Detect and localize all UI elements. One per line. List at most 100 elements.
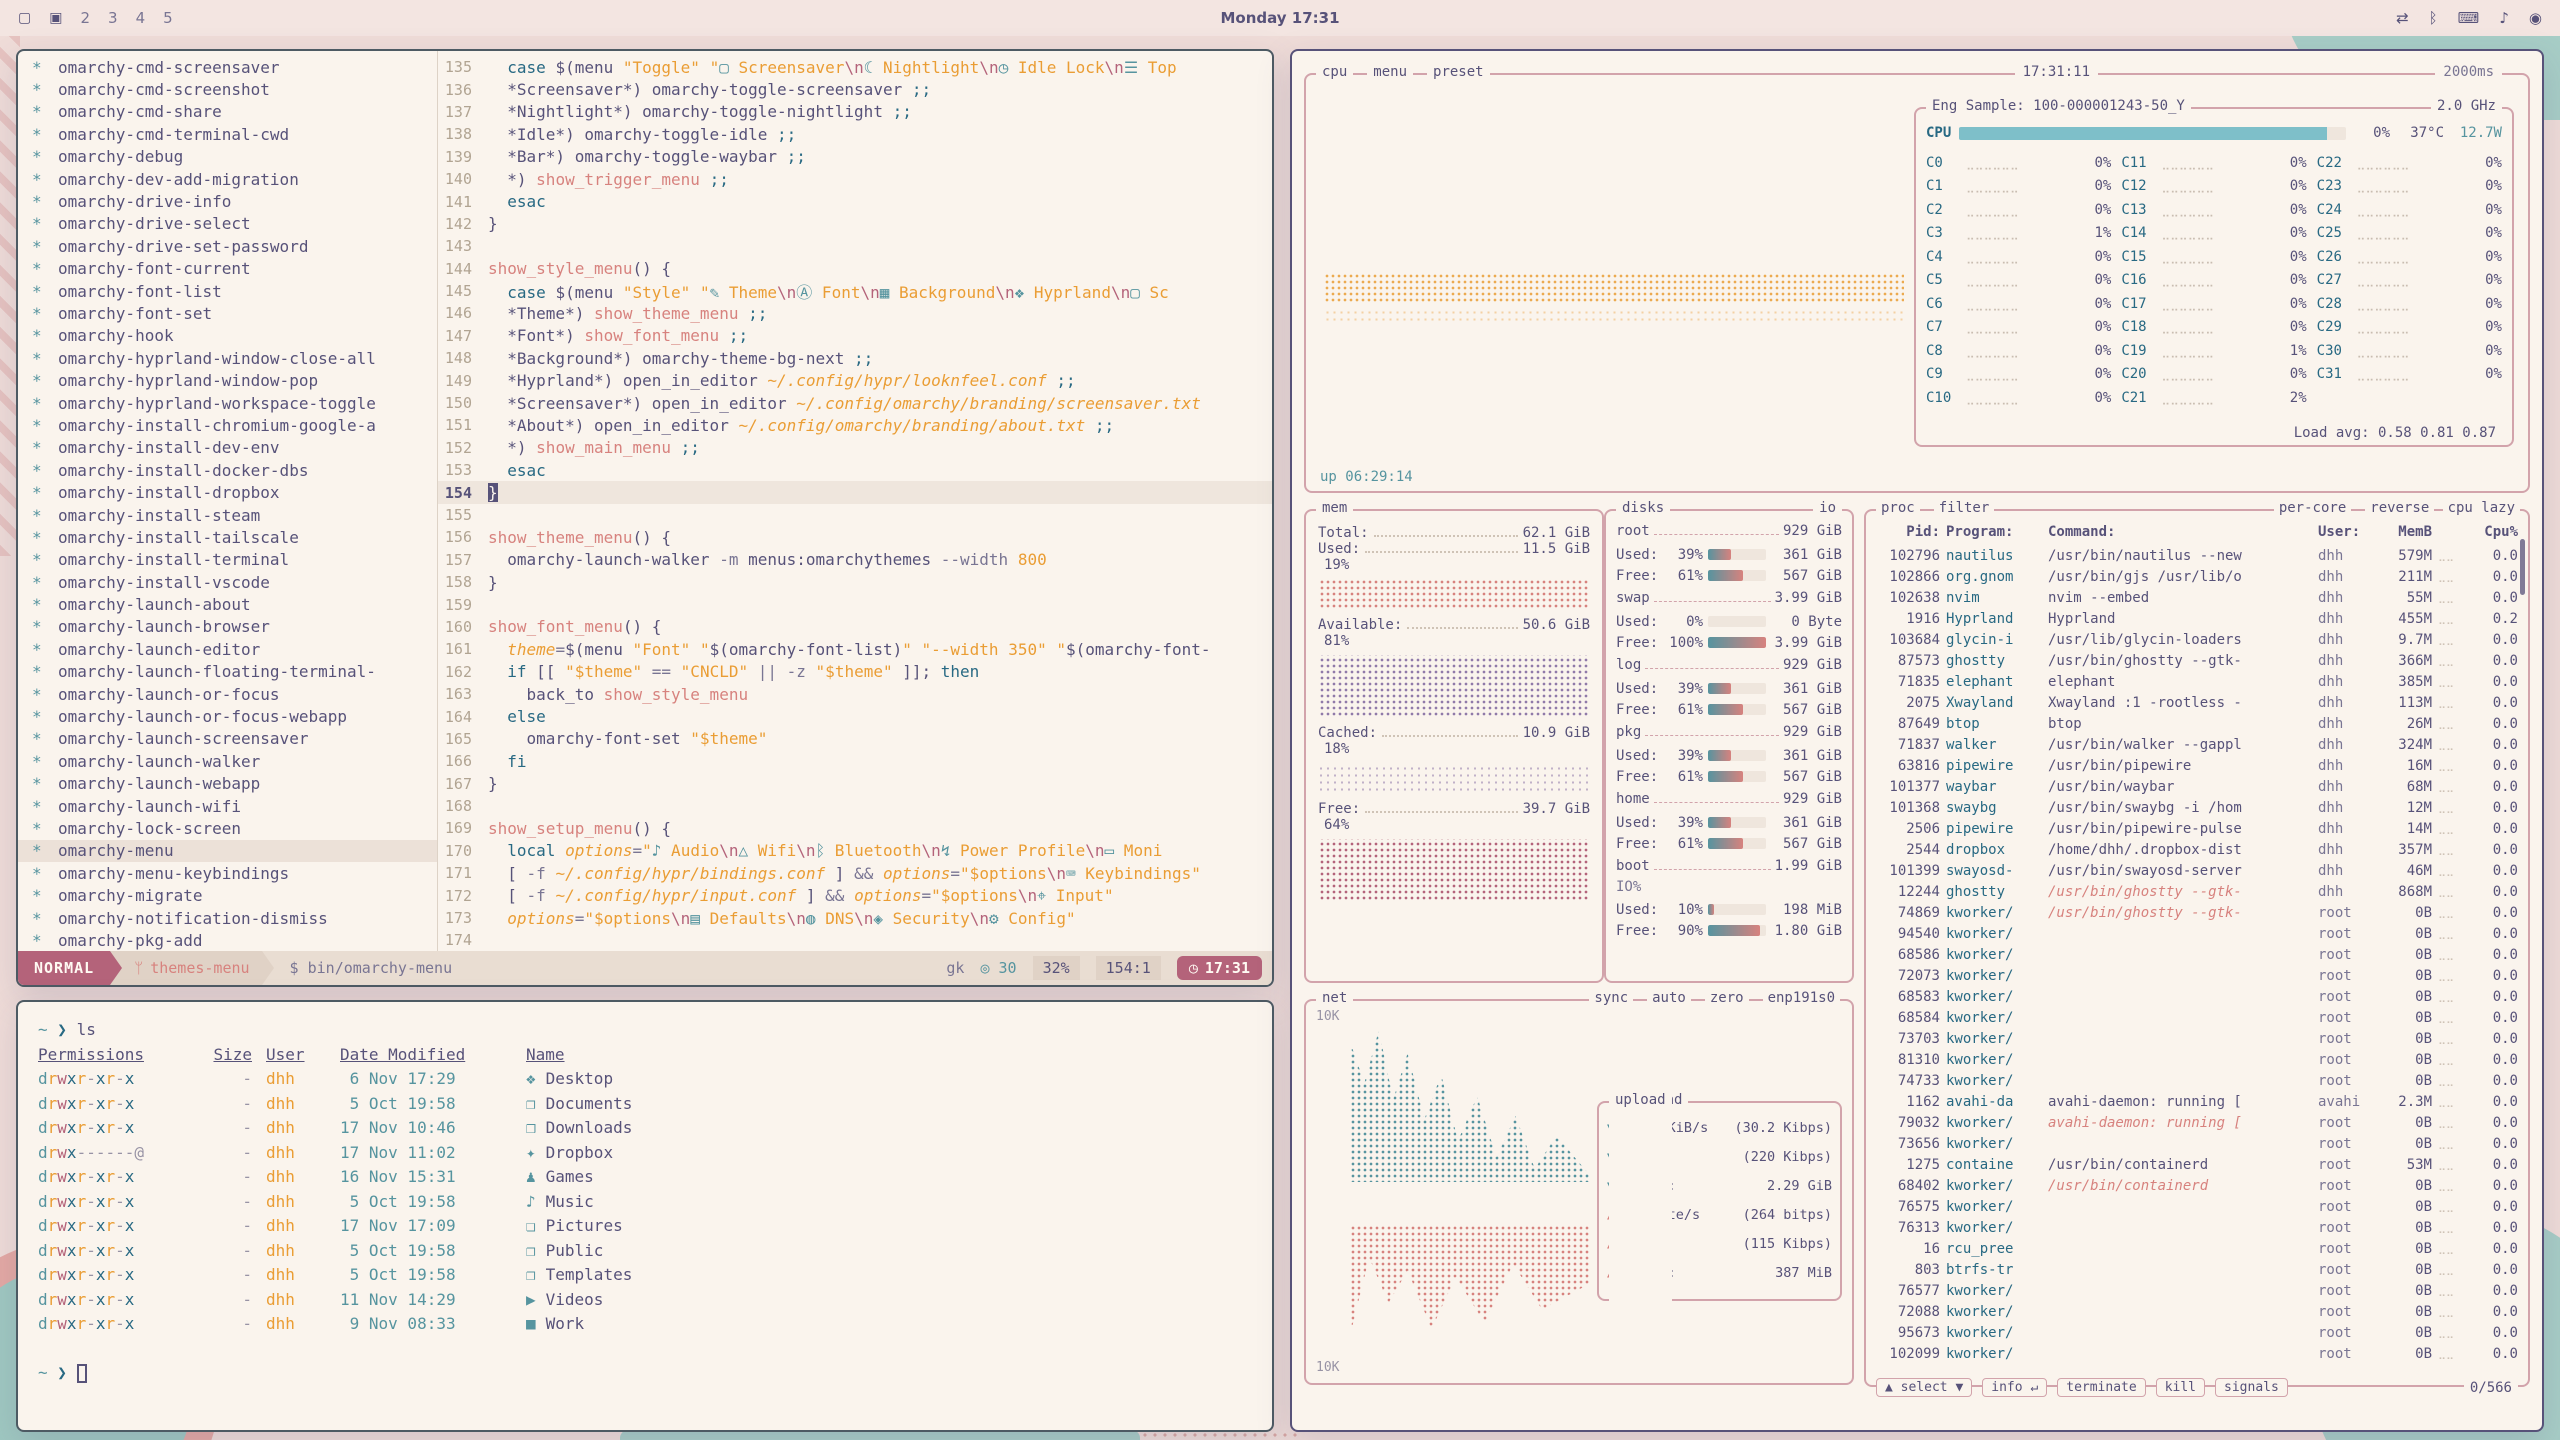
code-line[interactable]: 140 *) show_trigger_menu ;; [438,168,1272,190]
btop-tab-preset[interactable]: preset [1427,64,1490,80]
file-item[interactable]: *omarchy-launch-webapp [18,773,437,795]
code-line[interactable]: 151 *About*) open_in_editor ~/.config/om… [438,414,1272,436]
power-icon[interactable]: ◉ [2529,9,2542,27]
code-line[interactable]: 152 *) show_main_menu ;; [438,437,1272,459]
process-row[interactable]: 101399swayosd-/usr/bin/swayosd-serverdhh… [1876,860,2518,881]
code-line[interactable]: 148 *Background*) omarchy-theme-bg-next … [438,347,1272,369]
process-row[interactable]: 102638nvimnvim --embeddhh55M⣀⣀0.0 [1876,587,2518,608]
process-row[interactable]: 73656kworker/root0B⣀⣀0.0 [1876,1133,2518,1154]
file-item[interactable]: *omarchy-hyprland-window-pop [18,369,437,391]
file-item[interactable]: *omarchy-install-vscode [18,571,437,593]
code-line[interactable]: 159 [438,593,1272,615]
process-row[interactable]: 81310kworker/root0B⣀⣀0.0 [1876,1049,2518,1070]
code-line[interactable]: 160show_font_menu() { [438,616,1272,638]
process-row[interactable]: 2544dropbox/home/dhh/.dropbox-distdhh357… [1876,839,2518,860]
code-line[interactable]: 168 [438,795,1272,817]
process-row[interactable]: 94540kworker/root0B⣀⣀0.0 [1876,923,2518,944]
file-item[interactable]: *omarchy-hyprland-workspace-toggle [18,392,437,414]
file-item[interactable]: *omarchy-install-tailscale [18,526,437,548]
file-item[interactable]: *omarchy-launch-walker [18,750,437,772]
file-item[interactable]: *omarchy-launch-browser [18,616,437,638]
file-item[interactable]: *omarchy-launch-floating-terminal- [18,661,437,683]
net-box-label[interactable]: net [1316,990,1353,1006]
code-line[interactable]: 138 *Idle*) omarchy-toggle-idle ;; [438,123,1272,145]
process-row[interactable]: 1916HyprlandHyprlanddhh455M⣀⣀0.2 [1876,608,2518,629]
update-interval[interactable]: 2000ms [2435,64,2502,80]
process-row[interactable]: 71835elephantelephantdhh385M⣀⣀0.0 [1876,671,2518,692]
code-line[interactable]: 157 omarchy-launch-walker -m menus:omarc… [438,549,1272,571]
file-item[interactable]: *omarchy-hook [18,325,437,347]
code-line[interactable]: 158} [438,571,1272,593]
file-item[interactable]: *omarchy-cmd-screensaver [18,56,437,78]
process-row[interactable]: 102099kworker/root0B⣀⣀0.0 [1876,1343,2518,1364]
code-line[interactable]: 156show_theme_menu() { [438,526,1272,548]
proc-scrollbar[interactable] [2520,539,2525,1359]
net-zero-button[interactable]: zero [1705,990,1749,1006]
process-row[interactable]: 102796nautilus/usr/bin/nautilus --newdhh… [1876,545,2518,566]
code-line[interactable]: 173 options="$options\n▤ Defaults\n◍ DNS… [438,907,1272,929]
code-line[interactable]: 171 [ -f ~/.config/hypr/bindings.conf ] … [438,862,1272,884]
proc-reverse-button[interactable]: reverse [2365,500,2434,516]
file-item[interactable]: *omarchy-notification-dismiss [18,907,437,929]
bluetooth-icon[interactable]: ᛒ [2429,9,2438,27]
process-row[interactable]: 76313kworker/root0B⣀⣀0.0 [1876,1217,2518,1238]
file-item[interactable]: *omarchy-install-chromium-google-a [18,414,437,436]
workspace-4[interactable]: 3 [108,9,118,27]
io-mode-label[interactable]: io [1813,500,1842,516]
file-item[interactable]: *omarchy-font-set [18,302,437,324]
process-row[interactable]: 1275containe/usr/bin/containerdroot53M⣀⣀… [1876,1154,2518,1175]
code-line[interactable]: 153 esac [438,459,1272,481]
file-item[interactable]: *omarchy-dev-add-migration [18,168,437,190]
process-row[interactable]: 79032kworker/avahi-daemon: running [root… [1876,1112,2518,1133]
code-line[interactable]: 164 else [438,705,1272,727]
process-row[interactable]: 2075XwaylandXwayland :1 -rootless -dhh11… [1876,692,2518,713]
file-item[interactable]: *omarchy-drive-info [18,190,437,212]
net-sync-button[interactable]: sync [1589,990,1633,1006]
code-line[interactable]: 149 *Hyprland*) open_in_editor ~/.config… [438,369,1272,391]
file-item[interactable]: *omarchy-launch-editor [18,638,437,660]
code-line[interactable]: 135 case $(menu "Toggle" "▢ Screensaver\… [438,56,1272,78]
code-line[interactable]: 137 *Nightlight*) omarchy-toggle-nightli… [438,101,1272,123]
proc-percore-button[interactable]: per-core [2274,500,2351,516]
process-row[interactable]: 103684glycin-i/usr/lib/glycin-loadersdhh… [1876,629,2518,650]
process-row[interactable]: 101377waybar/usr/bin/waybardhh68M⣀⣀0.0 [1876,776,2518,797]
process-row[interactable]: 101368swaybg/usr/bin/swaybg -i /homdhh12… [1876,797,2518,818]
file-item[interactable]: *omarchy-debug [18,146,437,168]
process-row[interactable]: 68586kworker/root0B⣀⣀0.0 [1876,944,2518,965]
workspace-3[interactable]: 2 [80,9,90,27]
proc-sort-selector[interactable]: cpu lazy [2443,500,2520,516]
file-item[interactable]: *omarchy-cmd-share [18,101,437,123]
file-item[interactable]: *omarchy-cmd-terminal-cwd [18,123,437,145]
process-row[interactable]: 68583kworker/root0B⣀⣀0.0 [1876,986,2518,1007]
file-item[interactable]: *omarchy-launch-or-focus [18,683,437,705]
proc-filter-button[interactable]: filter [1934,500,1995,516]
process-row[interactable]: 68402kworker//usr/bin/containerdroot0B⣀⣀… [1876,1175,2518,1196]
code-line[interactable]: 136 *Screensaver*) omarchy-toggle-screen… [438,78,1272,100]
file-item[interactable]: *omarchy-launch-or-focus-webapp [18,705,437,727]
code-line[interactable]: 174 [438,929,1272,951]
process-row[interactable]: 102866org.gnom/usr/bin/gjs /usr/lib/odhh… [1876,566,2518,587]
process-row[interactable]: 95673kworker/root0B⣀⣀0.0 [1876,1322,2518,1343]
code-pane[interactable]: 135 case $(menu "Toggle" "▢ Screensaver\… [438,51,1272,951]
file-item[interactable]: *omarchy-install-steam [18,504,437,526]
process-row[interactable]: 73703kworker/root0B⣀⣀0.0 [1876,1028,2518,1049]
workspace-2[interactable]: ▣ [49,10,62,26]
file-item[interactable]: *omarchy-hyprland-window-close-all [18,347,437,369]
process-row[interactable]: 16rcu_preeroot0B⣀⣀0.0 [1876,1238,2518,1259]
file-item[interactable]: *omarchy-migrate [18,884,437,906]
code-line[interactable]: 167} [438,773,1272,795]
file-item[interactable]: *omarchy-install-docker-dbs [18,459,437,481]
process-row[interactable]: 63816pipewire/usr/bin/pipewiredhh16M⣀⣀0.… [1876,755,2518,776]
code-line[interactable]: 147 *Font*) show_font_menu ;; [438,325,1272,347]
code-line[interactable]: 170 local options="♪ Audio\n△ Wifi\nᛒ Bl… [438,840,1272,862]
workspace-1[interactable]: ▢ [18,10,31,26]
file-item[interactable]: *omarchy-cmd-screenshot [18,78,437,100]
process-row[interactable]: 803btrfs-trroot0B⣀⣀0.0 [1876,1259,2518,1280]
proc-button-info[interactable]: info ↵ [1982,1378,2047,1397]
code-line[interactable]: 145 case $(menu "Style" "✎ Theme\nⒶ Font… [438,280,1272,302]
process-row[interactable]: 72073kworker/root0B⣀⣀0.0 [1876,965,2518,986]
file-item[interactable]: *omarchy-launch-screensaver [18,728,437,750]
code-line[interactable]: 144show_style_menu() { [438,258,1272,280]
code-line[interactable]: 143 [438,235,1272,257]
file-item[interactable]: *omarchy-drive-set-password [18,235,437,257]
